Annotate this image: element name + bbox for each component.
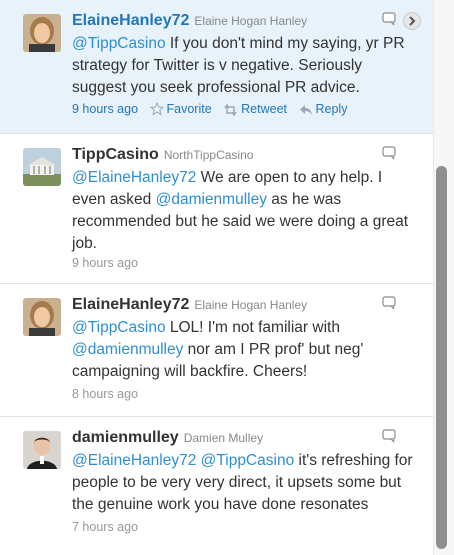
tweet-item[interactable]: ElaineHanley72 Elaine Hogan Hanley @TippC…: [0, 284, 433, 417]
mention-link[interactable]: @TippCasino: [72, 35, 166, 52]
tweet-meta: 9 hours ago Favorite Retweet Reply: [72, 101, 348, 117]
tweet-text: @ElaineHanley72 @TippCasino it's refresh…: [72, 450, 420, 516]
retweet-label: Retweet: [241, 102, 288, 116]
mention-link[interactable]: @TippCasino: [201, 452, 295, 469]
timestamp-link[interactable]: 7 hours ago: [72, 520, 138, 534]
reply-arrow-icon: [299, 105, 312, 115]
tweet-meta: 7 hours ago: [72, 520, 138, 534]
reply-button[interactable]: Reply: [299, 102, 348, 116]
star-icon: [149, 101, 164, 116]
tweet-item[interactable]: TippCasino NorthTippCasino @ElaineHanley7…: [0, 134, 433, 284]
full-name: Elaine Hogan Hanley: [194, 298, 308, 312]
full-name: Elaine Hogan Hanley: [194, 14, 308, 28]
mention-link[interactable]: @damienmulley: [156, 191, 267, 208]
full-name: NorthTippCasino: [163, 148, 254, 162]
full-name: Damien Mulley: [183, 431, 264, 445]
chevron-right-icon: [409, 16, 416, 26]
tweet-item[interactable]: ElaineHanley72 Elaine Hogan Hanley @TippC…: [0, 0, 433, 134]
screen-name[interactable]: ElaineHanley72: [72, 296, 189, 313]
speech-bubble-icon[interactable]: [382, 429, 397, 443]
favorite-button[interactable]: Favorite: [149, 101, 212, 116]
tweet-text: @TippCasino If you don't mind my saying,…: [72, 33, 420, 99]
avatar[interactable]: [23, 14, 61, 52]
retweet-icon: [224, 103, 237, 117]
expand-arrow-button[interactable]: [403, 12, 421, 30]
speech-bubble-icon[interactable]: [382, 146, 397, 160]
screen-name[interactable]: ElaineHanley72: [72, 12, 189, 29]
screen-name[interactable]: damienmulley: [72, 429, 179, 446]
text-segment: LOL! I'm not familiar with: [165, 319, 340, 336]
mention-link[interactable]: @damienmulley: [72, 341, 183, 358]
mention-link[interactable]: @TippCasino: [72, 319, 166, 336]
timestamp-link[interactable]: 8 hours ago: [72, 387, 138, 401]
tweet-meta: 8 hours ago: [72, 387, 138, 401]
retweet-button[interactable]: Retweet: [223, 102, 288, 117]
avatar[interactable]: [23, 148, 61, 186]
timestamp-link[interactable]: 9 hours ago: [72, 256, 138, 270]
favorite-label: Favorite: [166, 102, 212, 116]
screen-name[interactable]: TippCasino: [72, 146, 159, 163]
avatar[interactable]: [23, 431, 61, 469]
tweet-timeline: ElaineHanley72 Elaine Hogan Hanley @TippC…: [0, 0, 433, 555]
mention-link[interactable]: @ElaineHanley72: [72, 452, 196, 469]
scrollbar-thumb[interactable]: [436, 166, 447, 549]
avatar[interactable]: [23, 298, 61, 336]
tweet-meta: 9 hours ago: [72, 256, 138, 270]
mention-link[interactable]: @ElaineHanley72: [72, 169, 196, 186]
tweet-text: @TippCasino LOL! I'm not familiar with @…: [72, 317, 420, 383]
tweet-text: @ElaineHanley72 We are open to any help.…: [72, 167, 420, 255]
speech-bubble-icon[interactable]: [382, 296, 397, 310]
speech-bubble-icon[interactable]: [382, 12, 397, 26]
timestamp-link[interactable]: 9 hours ago: [72, 102, 138, 116]
tweet-item[interactable]: damienmulley Damien Mulley @ElaineHanley7…: [0, 417, 433, 555]
reply-label: Reply: [315, 102, 348, 116]
